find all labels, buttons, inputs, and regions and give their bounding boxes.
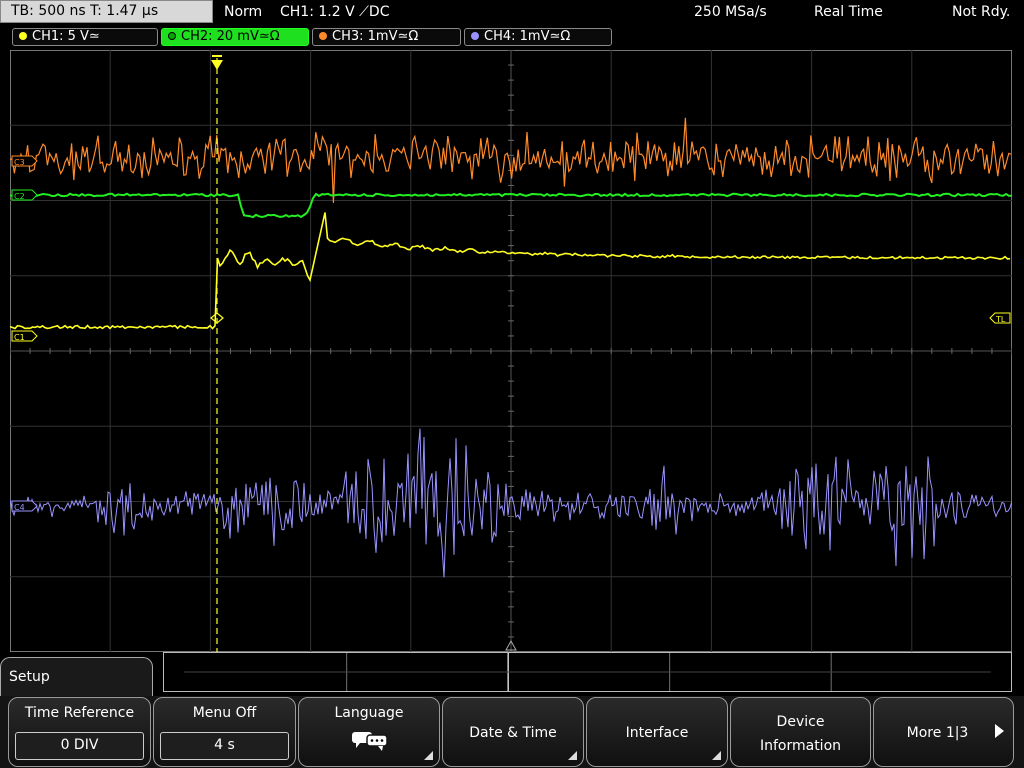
interface-softkey[interactable]: Interface xyxy=(586,697,728,767)
speech-bubbles-icon xyxy=(352,732,388,751)
channel-tab-ch3[interactable]: CH3: 1mV≃Ω xyxy=(312,28,461,46)
svg-text:C2: C2 xyxy=(14,192,25,201)
menu-off-value[interactable]: 4 s xyxy=(160,732,289,760)
device-information-label: Device Information xyxy=(731,710,870,758)
interface-label: Interface xyxy=(625,725,689,741)
time-reference-softkey[interactable]: Time Reference 0 DIV xyxy=(8,697,151,767)
svg-text:C1: C1 xyxy=(14,333,25,342)
time-reference-label: Time Reference xyxy=(24,705,135,721)
acquisition-mode: Real Time xyxy=(814,4,883,20)
menu-off-label: Menu Off xyxy=(192,705,257,721)
device-information-line1: Device xyxy=(776,714,825,730)
menu-title: Setup xyxy=(9,669,50,685)
arrow-right-icon xyxy=(995,724,1004,738)
menu-off-softkey[interactable]: Menu Off 4 s xyxy=(153,697,296,767)
more-label: More 1|3 xyxy=(906,725,969,741)
language-label: Language xyxy=(334,705,404,721)
more-softkey[interactable]: More 1|3 xyxy=(873,697,1014,767)
ch2-label: CH2: 20 mV≃Ω xyxy=(181,29,280,44)
trigger-source: CH1: 1.2 V ⟋DC xyxy=(280,4,390,20)
channel-tab-ch1[interactable]: CH1: 5 V≃ xyxy=(12,28,158,46)
ch4-dot-icon xyxy=(471,32,479,40)
svg-text:C4: C4 xyxy=(14,503,25,512)
ch3-offset-marker[interactable]: C3 xyxy=(11,155,38,167)
date-time-softkey[interactable]: Date & Time xyxy=(442,697,584,767)
trigger-mode: Norm xyxy=(224,4,263,20)
bottom-info-strip xyxy=(163,652,1012,692)
acquisition-state: Not Rdy. xyxy=(952,4,1011,20)
channel-tab-ch2[interactable]: CH2: 20 mV≃Ω xyxy=(161,28,309,46)
svg-text:C3: C3 xyxy=(14,158,25,167)
date-time-label: Date & Time xyxy=(469,725,557,741)
device-information-softkey[interactable]: Device Information xyxy=(730,697,871,767)
waveform-display[interactable]: C3 C2 C1 C4 TL xyxy=(10,50,1012,652)
menu-title-tab: Setup xyxy=(0,657,153,697)
timebase-readout[interactable]: TB: 500 ns T: 1.47 µs xyxy=(0,0,213,23)
ch4-label: CH4: 1mV≃Ω xyxy=(484,29,571,44)
ch1-offset-marker[interactable]: C1 xyxy=(11,330,38,342)
ch2-dot-icon xyxy=(168,32,176,40)
timebase-text: TB: 500 ns T: 1.47 µs xyxy=(11,3,159,19)
ch3-label: CH3: 1mV≃Ω xyxy=(332,29,419,44)
submenu-indicator-icon xyxy=(424,751,433,760)
channel-tab-ch4[interactable]: CH4: 1mV≃Ω xyxy=(464,28,612,46)
ch1-dot-icon xyxy=(19,32,27,40)
status-bar: TB: 500 ns T: 1.47 µs Norm CH1: 1.2 V ⟋D… xyxy=(0,0,1024,25)
ch1-label: CH1: 5 V≃ xyxy=(32,29,100,44)
ch4-offset-marker[interactable]: C4 xyxy=(11,500,38,512)
language-softkey[interactable]: Language xyxy=(298,697,440,767)
ch2-offset-marker[interactable]: C2 xyxy=(11,189,38,201)
submenu-indicator-icon xyxy=(712,751,721,760)
submenu-indicator-icon xyxy=(568,751,577,760)
ch3-dot-icon xyxy=(319,32,327,40)
device-information-line2: Information xyxy=(759,738,842,754)
svg-text:TL: TL xyxy=(995,315,1006,324)
time-reference-value[interactable]: 0 DIV xyxy=(15,732,144,760)
sample-rate: 250 MSa/s xyxy=(694,4,767,20)
